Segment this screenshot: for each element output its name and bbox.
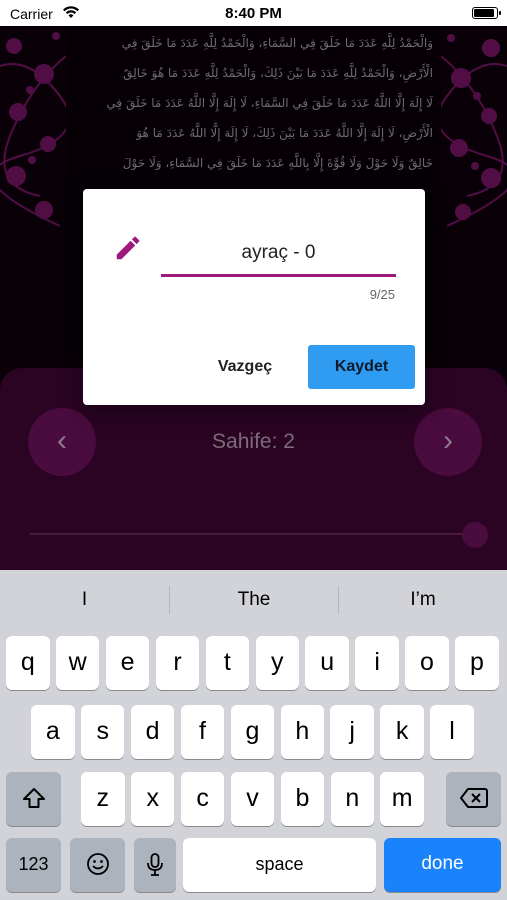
key-j[interactable]: j xyxy=(330,705,374,759)
key-g[interactable]: g xyxy=(230,705,275,759)
key-b[interactable]: b xyxy=(280,772,325,826)
key-u[interactable]: u xyxy=(305,636,349,690)
mic-icon xyxy=(147,862,163,876)
previous-page-button[interactable]: ‹ xyxy=(28,408,96,476)
key-d[interactable]: d xyxy=(130,705,175,759)
chevron-left-icon: ‹ xyxy=(57,424,67,457)
next-page-button[interactable]: › xyxy=(414,408,482,476)
key-f[interactable]: f xyxy=(180,705,225,759)
key-z[interactable]: z xyxy=(81,772,125,826)
key-h[interactable]: h xyxy=(280,705,325,759)
key-r[interactable]: r xyxy=(155,636,200,690)
key-w[interactable]: w xyxy=(55,636,100,690)
shift-icon xyxy=(22,788,45,808)
key-v[interactable]: v xyxy=(230,772,275,826)
delete-key[interactable] xyxy=(446,772,501,826)
dictation-key[interactable] xyxy=(134,838,176,892)
space-key[interactable]: space xyxy=(183,838,376,892)
battery-icon xyxy=(472,7,501,19)
key-p[interactable]: p xyxy=(455,636,499,690)
suggestion-item[interactable]: I’m xyxy=(339,570,507,628)
key-c[interactable]: c xyxy=(180,772,225,826)
suggestion-bar: I The I’m xyxy=(0,570,507,628)
text-line: وَالْحَمْدُ لِلَّهِ عَدَدَ مَا خَلَقَ فِ… xyxy=(121,36,433,50)
status-bar: Carrier 8:40 PM xyxy=(0,0,507,26)
chevron-right-icon: › xyxy=(443,424,453,457)
page-text: وَالْحَمْدُ لِلَّهِ عَدَدَ مَا خَلَقَ فِ… xyxy=(66,26,441,180)
character-counter: 9/25 xyxy=(369,287,395,302)
text-line: الْأَرْضِ، لَا إِلَهَ إِلَّا اللَّهُ عَد… xyxy=(136,126,433,140)
key-s[interactable]: s xyxy=(80,705,125,759)
page-slider-thumb[interactable] xyxy=(462,522,488,548)
page-slider[interactable] xyxy=(30,533,475,535)
suggestion-item[interactable]: The xyxy=(170,570,338,628)
text-line: الْأَرْضِ، وَالْحَمْدُ لِلَّهِ عَدَدَ مَ… xyxy=(123,66,433,80)
key-k[interactable]: k xyxy=(380,705,424,759)
key-n[interactable]: n xyxy=(330,772,375,826)
emoji-icon xyxy=(91,865,104,870)
bookmark-name-input[interactable] xyxy=(161,231,396,277)
key-q[interactable]: q xyxy=(6,636,50,690)
key-x[interactable]: x xyxy=(130,772,175,826)
delete-icon xyxy=(470,793,481,803)
keyboard: I The I’m qwertyuiop asdfghjkl zxcvbnm 1… xyxy=(0,570,507,900)
cancel-button[interactable]: Vazgeç xyxy=(205,345,285,389)
key-o[interactable]: o xyxy=(405,636,449,690)
key-i[interactable]: i xyxy=(355,636,399,690)
key-a[interactable]: a xyxy=(31,705,75,759)
save-button[interactable]: Kaydet xyxy=(308,345,415,389)
ornament-right xyxy=(441,34,507,227)
clock: 8:40 PM xyxy=(225,5,282,22)
key-l[interactable]: l xyxy=(430,705,474,759)
numbers-key[interactable]: 123 xyxy=(6,838,61,892)
bookmark-dialog: 9/25 Vazgeç Kaydet xyxy=(83,189,425,405)
ornament-left xyxy=(0,32,66,227)
key-m[interactable]: m xyxy=(380,772,424,826)
emoji-key[interactable] xyxy=(70,838,125,892)
key-y[interactable]: y xyxy=(255,636,300,690)
page-number-label: Sahife: 2 xyxy=(212,430,295,453)
shift-key[interactable] xyxy=(6,772,61,826)
key-t[interactable]: t xyxy=(205,636,250,690)
pencil-icon xyxy=(113,233,143,263)
suggestion-item[interactable]: I xyxy=(0,570,169,628)
text-line: خَالِقٌ وَلَا حَوْلَ وَلَا قُوَّةَ إِلَّ… xyxy=(122,156,433,170)
done-key[interactable]: done xyxy=(384,838,501,892)
text-line: لَا إِلَهَ إِلَّا اللَّهُ عَدَدَ مَا خَل… xyxy=(106,96,433,110)
key-e[interactable]: e xyxy=(105,636,150,690)
